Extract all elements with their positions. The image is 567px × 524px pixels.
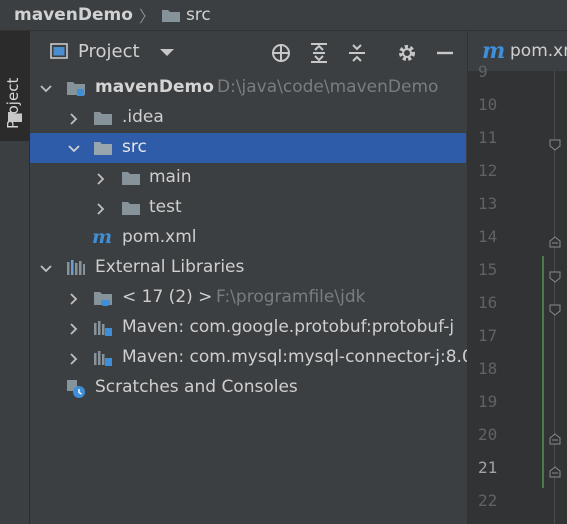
fold-icon[interactable]	[549, 268, 561, 283]
line-number: 13	[478, 194, 498, 213]
tree-item-maven-lib[interactable]: Maven: com.mysql:mysql-connector-j:8.0	[30, 343, 473, 373]
collapse-all-icon[interactable]	[346, 42, 368, 64]
chevron-right-icon[interactable]	[67, 321, 81, 335]
line-number: 11	[478, 128, 498, 147]
folder-icon	[8, 107, 22, 122]
line-number: 9	[478, 62, 488, 81]
project-panel-header: Project	[30, 31, 466, 73]
folder-icon	[161, 8, 181, 23]
tree-item-jdk[interactable]: < 17 (2) > F:\programfile\jdk	[30, 283, 466, 313]
breadcrumb-folder[interactable]: src	[186, 5, 211, 25]
library-icon	[66, 259, 86, 277]
tree-item-label: Maven: com.google.protobuf:protobuf-j	[122, 317, 455, 337]
hide-icon[interactable]	[434, 42, 456, 64]
fold-icon[interactable]	[549, 301, 561, 316]
folder-icon	[93, 139, 113, 157]
tool-window-strip: Project	[0, 31, 30, 524]
line-number: 17	[478, 326, 498, 345]
expand-all-icon[interactable]	[308, 42, 330, 64]
chevron-down-icon[interactable]	[39, 81, 53, 95]
vcs-change-marker	[542, 256, 544, 488]
tree-item-label: Maven: com.mysql:mysql-connector-j:8.0	[122, 347, 473, 367]
tree-item-external-libraries[interactable]: External Libraries	[30, 253, 466, 283]
breadcrumb-project[interactable]: mavenDemo	[14, 5, 133, 25]
chevron-right-icon[interactable]	[67, 351, 81, 365]
chevron-down-icon[interactable]	[39, 261, 53, 275]
tree-item-path: F:\programfile\jdk	[216, 287, 366, 307]
locate-icon[interactable]	[270, 42, 292, 64]
module-folder-icon	[66, 79, 86, 97]
view-dropdown-icon[interactable]	[160, 49, 174, 56]
chevron-right-icon[interactable]	[94, 201, 108, 215]
tree-item-label: src	[122, 137, 147, 157]
scratches-icon	[66, 379, 86, 398]
chevron-right-icon[interactable]	[67, 111, 81, 125]
folder-icon	[121, 199, 141, 217]
tree-item-idea[interactable]: .idea	[30, 103, 466, 133]
project-view-title[interactable]: Project	[78, 41, 140, 62]
fold-icon[interactable]	[549, 136, 561, 151]
tree-item-label: .idea	[122, 107, 164, 127]
editor-area: m pom.xm 9 10 11 12 13 14 15 16 17 18 19 20 21 22	[467, 31, 567, 524]
chevron-right-icon[interactable]	[94, 171, 108, 185]
line-number: 21	[478, 458, 498, 477]
editor-tab-label: pom.xm	[510, 41, 567, 61]
line-number: 14	[478, 227, 498, 246]
line-number-gutter: 9 10 11 12 13 14 15 16 17 18 19 20 21 22	[468, 62, 567, 524]
maven-file-icon: m	[482, 38, 506, 64]
tree-item-test[interactable]: test	[30, 193, 466, 223]
tree-item-project-root[interactable]: mavenDemo D:\java\code\mavenDemo	[30, 73, 466, 103]
tree-item-label: External Libraries	[95, 257, 245, 277]
fold-icon[interactable]	[549, 430, 561, 445]
line-number: 20	[478, 425, 498, 444]
tree-item-label: pom.xml	[122, 227, 197, 247]
tree-item-label: test	[149, 197, 182, 217]
line-number: 18	[478, 359, 498, 378]
breadcrumb-separator: 〉	[138, 7, 155, 26]
tree-item-src[interactable]: src	[30, 133, 466, 163]
maven-library-icon	[93, 349, 113, 367]
gear-icon[interactable]	[396, 42, 418, 64]
line-number: 10	[478, 95, 498, 114]
folder-icon	[93, 109, 113, 127]
project-panel: Project mavenDemo D:\java\code\mavenDemo…	[30, 31, 473, 524]
navigation-bar: mavenDemo 〉 src	[0, 0, 567, 31]
line-number: 22	[478, 491, 498, 510]
chevron-right-icon[interactable]	[67, 291, 81, 305]
tree-item-label: mavenDemo	[95, 77, 214, 97]
chevron-down-icon[interactable]	[67, 141, 81, 155]
maven-file-icon: m	[92, 226, 113, 248]
fold-icon[interactable]	[549, 463, 561, 478]
project-view-icon	[50, 43, 68, 59]
tree-item-label: Scratches and Consoles	[95, 377, 298, 397]
tree-item-pom[interactable]: m pom.xml	[30, 223, 466, 253]
tree-item-maven-lib[interactable]: Maven: com.google.protobuf:protobuf-j	[30, 313, 466, 343]
tree-item-label: < 17 (2) >	[122, 287, 213, 307]
tree-item-scratches[interactable]: Scratches and Consoles	[30, 373, 466, 403]
line-number: 15	[478, 260, 498, 279]
folder-icon	[121, 169, 141, 187]
tree-item-main[interactable]: main	[30, 163, 466, 193]
maven-library-icon	[93, 319, 113, 337]
tree-item-path: D:\java\code\mavenDemo	[217, 77, 439, 97]
fold-icon[interactable]	[549, 233, 561, 248]
jdk-folder-icon	[93, 289, 113, 307]
line-number: 19	[478, 392, 498, 411]
line-number: 16	[478, 293, 498, 312]
project-tool-tab[interactable]: Project	[0, 31, 29, 141]
line-number: 12	[478, 161, 498, 180]
tree-item-label: main	[149, 167, 192, 187]
